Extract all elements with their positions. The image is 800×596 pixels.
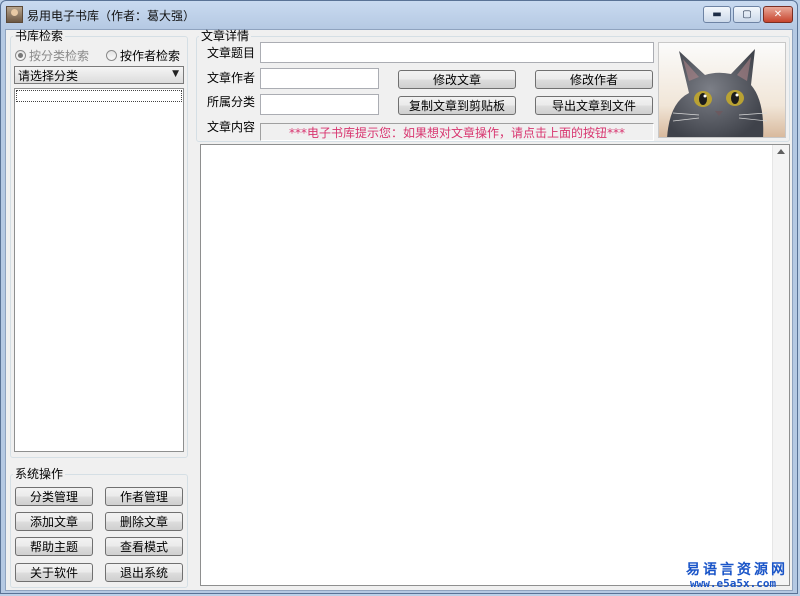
- article-list[interactable]: [14, 88, 184, 452]
- article-author-field[interactable]: [260, 68, 379, 89]
- window-title: 易用电子书库（作者：葛大强）: [27, 9, 196, 23]
- maximize-button[interactable]: ▢: [733, 6, 761, 23]
- export-to-file-button[interactable]: 导出文章到文件: [535, 96, 653, 115]
- list-focus-row[interactable]: [16, 90, 182, 102]
- category-select-value: 请选择分类: [18, 68, 79, 83]
- system-group-legend: 系统操作: [15, 467, 64, 481]
- app-window: 易用电子书库（作者：葛大强） ▬ ▢ ✕ 书库检索 按分类检索 按作者检索 请选…: [0, 0, 798, 594]
- watermark-title: 易语言资源网: [686, 562, 788, 578]
- article-title-field[interactable]: [260, 42, 654, 63]
- cat-photo-image: [659, 43, 785, 137]
- dropdown-arrow-icon[interactable]: ▼: [172, 69, 179, 79]
- detail-group-legend: 文章详情: [201, 29, 250, 43]
- edit-author-button[interactable]: 修改作者: [535, 70, 653, 89]
- copy-to-clipboard-button[interactable]: 复制文章到剪贴板: [398, 96, 516, 115]
- radio-dot: [106, 50, 117, 61]
- search-group-legend: 书库检索: [15, 29, 64, 43]
- client-area: 书库检索 按分类检索 按作者检索 请选择分类 ▼ 系统操作 分类管理 作者管理 …: [5, 29, 793, 591]
- article-title-label: 文章题目: [207, 46, 256, 60]
- hint-banner: ***电子书库提示您：如果想对文章操作，请点击上面的按钮***: [260, 123, 654, 141]
- close-button[interactable]: ✕: [763, 6, 793, 23]
- author-manage-button[interactable]: 作者管理: [105, 487, 183, 506]
- radio-dot: [15, 50, 26, 61]
- radio-by-author[interactable]: 按作者检索: [106, 47, 180, 64]
- edit-article-button[interactable]: 修改文章: [398, 70, 516, 89]
- cat-photo: [658, 42, 786, 138]
- about-software-button[interactable]: 关于软件: [15, 563, 93, 582]
- minimize-button[interactable]: ▬: [703, 6, 731, 23]
- maximize-icon: ▢: [742, 9, 752, 20]
- add-article-button[interactable]: 添加文章: [15, 512, 93, 531]
- radio-by-author-label: 按作者检索: [120, 49, 181, 63]
- article-content-label: 文章内容: [207, 120, 256, 134]
- minimize-icon: ▬: [712, 9, 722, 20]
- watermark-url: www.e5a5x.com: [690, 577, 777, 590]
- exit-system-button[interactable]: 退出系统: [105, 563, 183, 582]
- title-bar[interactable]: 易用电子书库（作者：葛大强） ▬ ▢ ✕: [1, 1, 799, 29]
- close-icon: ✕: [773, 9, 783, 20]
- app-icon: [6, 6, 23, 23]
- content-scrollbar[interactable]: [772, 145, 789, 585]
- article-content-area[interactable]: [200, 144, 790, 586]
- category-select[interactable]: 请选择分类 ▼: [14, 66, 184, 84]
- radio-by-category[interactable]: 按分类检索: [15, 47, 89, 64]
- category-manage-button[interactable]: 分类管理: [15, 487, 93, 506]
- radio-by-category-label: 按分类检索: [29, 49, 90, 63]
- window-controls: ▬ ▢ ✕: [703, 6, 793, 23]
- scroll-up-icon[interactable]: [777, 149, 785, 154]
- delete-article-button[interactable]: 删除文章: [105, 512, 183, 531]
- view-mode-button[interactable]: 查看模式: [105, 537, 183, 556]
- article-category-field[interactable]: [260, 94, 379, 115]
- article-category-label: 所属分类: [207, 95, 256, 109]
- help-topics-button[interactable]: 帮助主题: [15, 537, 93, 556]
- article-author-label: 文章作者: [207, 71, 256, 85]
